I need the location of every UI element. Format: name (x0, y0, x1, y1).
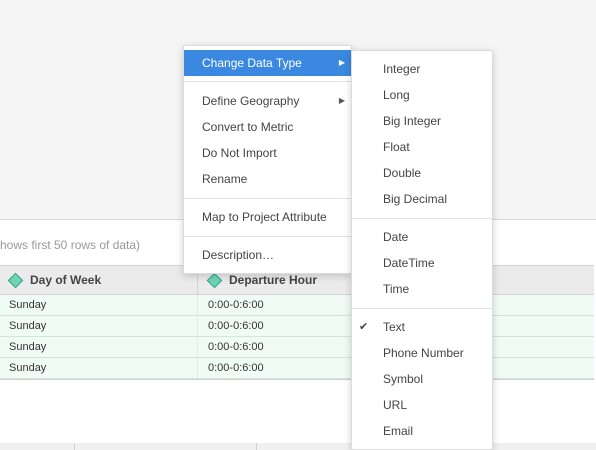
data-type-text[interactable]: ✔ Text (352, 314, 492, 340)
data-type-time[interactable]: Time (352, 276, 492, 302)
table-row: Sunday 0:00-0:6:00 (0, 358, 594, 379)
data-type-phone-number[interactable]: Phone Number (352, 340, 492, 366)
menu-item-label: Rename (202, 172, 248, 186)
menu-divider (352, 218, 492, 219)
column-header-label: Day of Week (30, 273, 102, 287)
divider (74, 443, 75, 450)
divider (256, 443, 257, 450)
data-type-label: Big Decimal (383, 192, 448, 206)
data-type-label: Long (383, 88, 410, 102)
data-type-long[interactable]: Long (352, 82, 492, 108)
menu-divider (184, 198, 351, 199)
data-type-symbol[interactable]: Symbol (352, 366, 492, 392)
data-type-label: Float (383, 140, 410, 154)
attribute-diamond-icon (206, 272, 223, 288)
data-type-float[interactable]: Float (352, 134, 492, 160)
row-divider (197, 295, 198, 315)
cell-day: Sunday (9, 299, 47, 311)
menu-item-define-geography[interactable]: Define Geography ▶ (184, 88, 351, 114)
column-header-label: Departure Hour (229, 273, 318, 287)
bottom-scroll-area (0, 443, 596, 450)
cell-day: Sunday (9, 320, 47, 332)
checkmark-icon: ✔ (359, 321, 369, 333)
data-type-label: Symbol (383, 372, 424, 386)
cell-hour: 0:00-0:6:00 (208, 299, 264, 311)
data-type-label: Email (383, 424, 414, 438)
submenu-arrow-icon: ▶ (338, 96, 345, 105)
data-type-url[interactable]: URL (352, 392, 492, 418)
data-type-label: Time (383, 282, 410, 296)
data-type-label: Integer (383, 62, 421, 76)
menu-item-convert-to-metric[interactable]: Convert to Metric (184, 114, 351, 140)
cell-hour: 0:00-0:6:00 (208, 320, 264, 332)
data-type-label: Phone Number (383, 346, 464, 360)
menu-item-label: Convert to Metric (202, 120, 294, 134)
data-grid: Day of Week Departure Hour Sunday 0:00-0… (0, 265, 594, 380)
menu-item-label: Change Data Type (202, 56, 302, 70)
cell-day: Sunday (9, 362, 47, 374)
table-row: Sunday 0:00-0:6:00 (0, 316, 594, 337)
cell-day: Sunday (9, 341, 47, 353)
data-type-datetime[interactable]: DateTime (352, 250, 492, 276)
data-type-label: Double (383, 166, 422, 180)
cell-hour: 0:00-0:6:00 (208, 341, 264, 353)
data-type-email[interactable]: Email (352, 418, 492, 444)
data-type-label: Date (383, 230, 409, 244)
row-divider (197, 358, 198, 378)
data-type-label: Text (383, 320, 406, 334)
preview-note: hows first 50 rows of data) (0, 238, 141, 252)
data-type-date[interactable]: Date (352, 224, 492, 250)
menu-item-label: Map to Project Attribute (202, 210, 327, 224)
menu-item-label: Description… (202, 248, 275, 262)
menu-item-label: Define Geography (202, 94, 300, 108)
data-type-label: DateTime (383, 256, 435, 270)
menu-divider (184, 236, 351, 237)
menu-item-map-to-project-attribute[interactable]: Map to Project Attribute (184, 204, 351, 230)
row-divider (197, 316, 198, 336)
menu-divider (352, 308, 492, 309)
submenu-arrow-icon: ▶ (338, 58, 345, 67)
data-type-big-integer[interactable]: Big Integer (352, 108, 492, 134)
data-type-label: Big Integer (383, 114, 442, 128)
table-row: Sunday 0:00-0:6:00 (0, 337, 594, 358)
data-type-submenu: Integer Long Big Integer Float Double Bi… (351, 50, 493, 450)
menu-divider (184, 81, 351, 82)
cell-hour: 0:00-0:6:00 (208, 362, 264, 374)
column-header-day-of-week[interactable]: Day of Week (7, 266, 102, 294)
table-row: Sunday 0:00-0:6:00 (0, 295, 594, 316)
menu-item-do-not-import[interactable]: Do Not Import (184, 140, 351, 166)
data-type-label: URL (383, 398, 408, 412)
data-type-integer[interactable]: Integer (352, 56, 492, 82)
page: hows first 50 rows of data) Day of Week … (0, 0, 596, 450)
column-context-menu: Change Data Type ▶ Define Geography ▶ Co… (183, 45, 352, 274)
menu-item-label: Do Not Import (202, 146, 277, 160)
menu-item-change-data-type[interactable]: Change Data Type ▶ (184, 50, 351, 76)
menu-item-description[interactable]: Description… (184, 242, 351, 268)
row-divider (197, 337, 198, 357)
data-type-double[interactable]: Double (352, 160, 492, 186)
attribute-diamond-icon (7, 272, 24, 288)
data-type-big-decimal[interactable]: Big Decimal (352, 186, 492, 212)
menu-item-rename[interactable]: Rename (184, 166, 351, 192)
